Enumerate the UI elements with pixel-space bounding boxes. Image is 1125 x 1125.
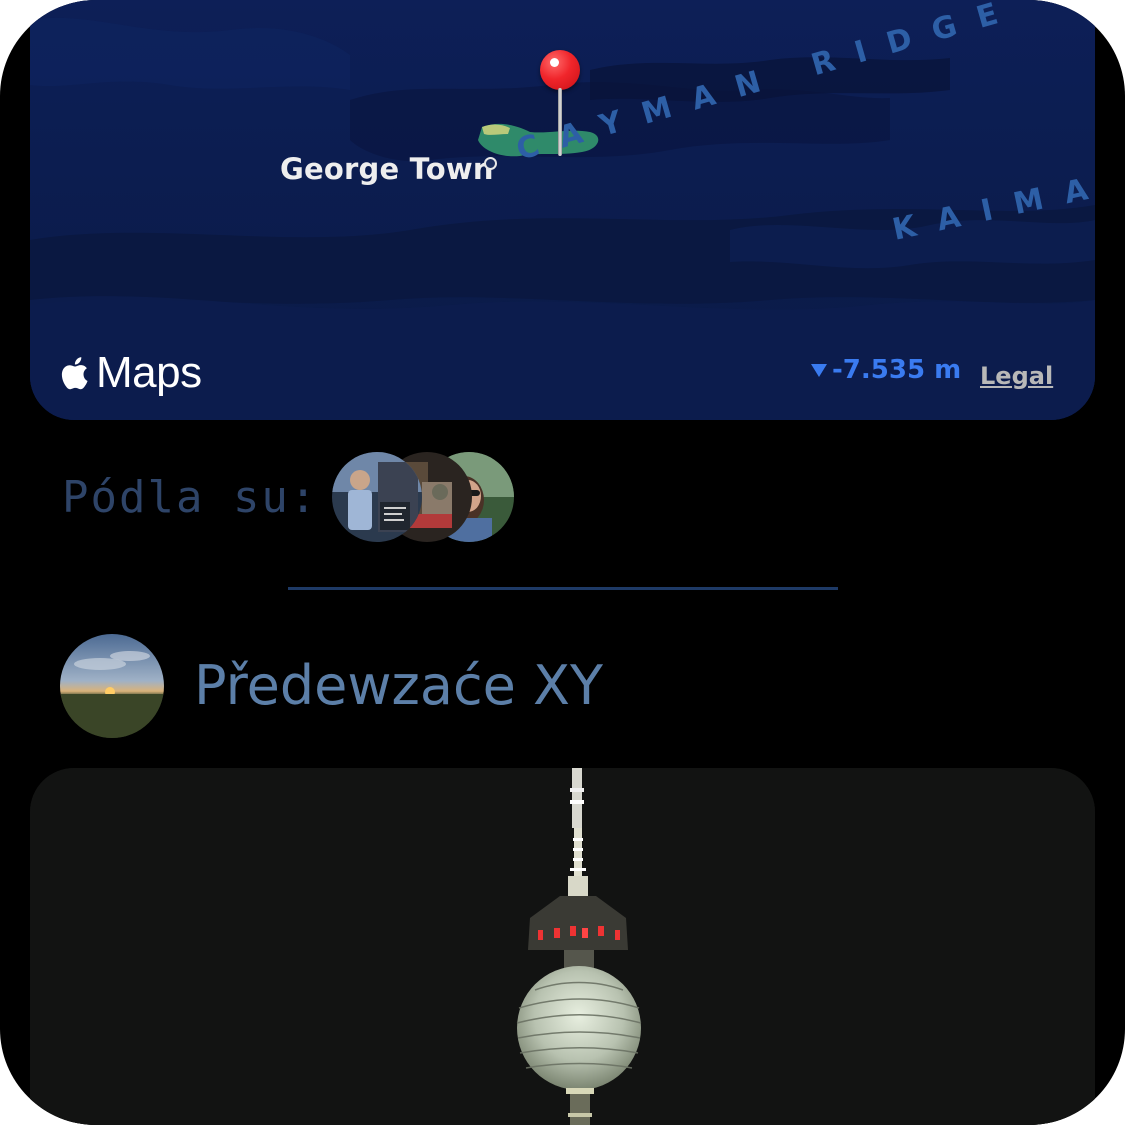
photo-card[interactable] (30, 768, 1095, 1125)
down-arrow-icon (811, 364, 827, 377)
profile-avatar[interactable] (60, 634, 164, 738)
depth-value: -7.535 m (832, 355, 962, 385)
depth-indicator: -7.535 m (810, 355, 961, 385)
avatar-stack[interactable] (332, 452, 522, 544)
section-divider (288, 587, 838, 590)
pin-head (540, 50, 580, 90)
avatar-person-1[interactable] (332, 452, 422, 542)
location-pin-icon[interactable] (540, 50, 580, 160)
place-dot-icon (484, 157, 497, 170)
people-label: Pódla su: (62, 472, 319, 523)
apple-icon (61, 357, 88, 390)
map-card[interactable]: CAYMAN RIDGE KAIMA George Town Maps -7.5… (30, 0, 1095, 420)
pin-stem (558, 88, 562, 156)
profile-name[interactable]: Předewzaće XY (194, 654, 603, 717)
legal-link[interactable]: Legal (980, 362, 1053, 390)
screen: CAYMAN RIDGE KAIMA George Town Maps -7.5… (0, 0, 1125, 1125)
maps-brand-label: Maps (96, 348, 202, 397)
tv-tower-photo (30, 768, 1095, 1125)
place-label: George Town (280, 152, 494, 186)
maps-attribution[interactable]: Maps (60, 348, 202, 398)
